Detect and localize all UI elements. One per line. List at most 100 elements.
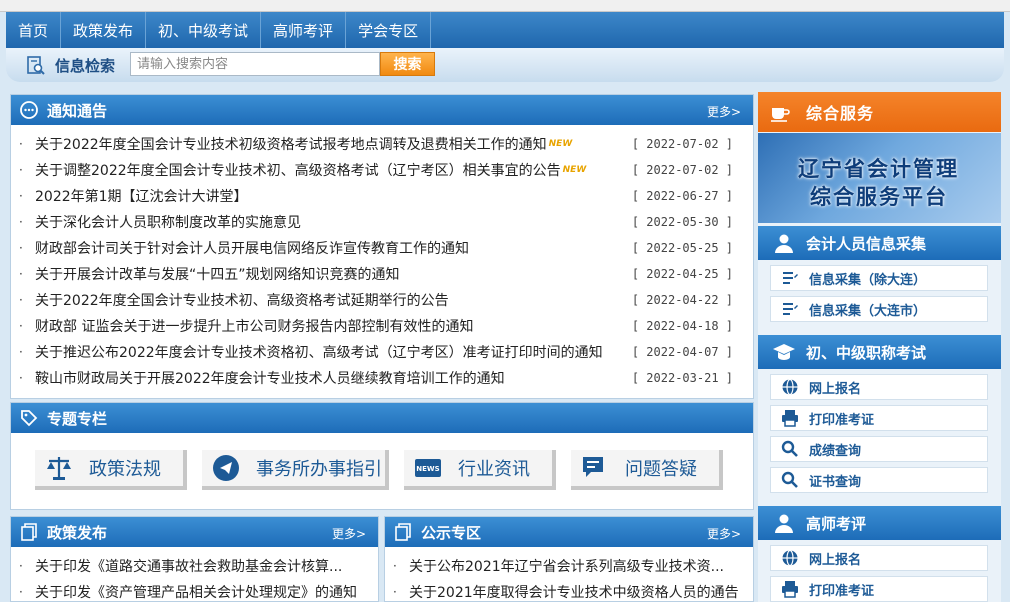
section-title: 会计人员信息采集: [806, 234, 927, 253]
notice-item[interactable]: · 关于2022年度全国会计专业技术初、高级资格考试延期举行的公告 [ 2022-0…: [19, 287, 745, 313]
bullet: ·: [19, 345, 23, 359]
notice-item[interactable]: · 关于深化会计人员职称制度改革的实施意见 [ 2022-05-30 ]: [19, 209, 745, 235]
policy-item-title[interactable]: 关于印发《资产管理产品相关会计处理规定》的通知: [35, 582, 357, 602]
policy-list: · 关于印发《道路交通事故社会救助基金会计核算... · 关于印发《资产管理产品相关…: [11, 547, 378, 602]
notice-date: [ 2022-03-21 ]: [631, 371, 733, 385]
browser-top-strip: [0, 0, 1010, 12]
user-icon: [775, 234, 793, 253]
service-link-label: 网上报名: [809, 552, 862, 568]
notices-header: 通知通告 更多>: [11, 95, 753, 125]
service-link[interactable]: 成绩查询: [770, 436, 988, 462]
notice-item[interactable]: · 关于调整2022年度全国会计专业技术初、高级资格考试（辽宁考区）相关事宜的公告…: [19, 157, 745, 183]
bullet: ·: [393, 559, 397, 573]
paper-plane-icon: [213, 455, 239, 481]
nav-society[interactable]: 学会专区: [346, 12, 432, 48]
service-link-label: 打印准考证: [809, 412, 875, 428]
notices-more-link[interactable]: 更多>: [707, 103, 741, 120]
search-button[interactable]: 搜索: [380, 52, 435, 76]
service-link-label: 信息采集（除大连）: [809, 272, 927, 288]
nav-senior-review[interactable]: 高师考评: [261, 12, 347, 48]
policy-item-title[interactable]: 关于印发《道路交通事故社会救助基金会计核算...: [35, 556, 342, 576]
notice-item[interactable]: · 关于开展会计改革与发展“十四五”规划网络知识竞赛的通知 [ 2022-04-25…: [19, 261, 745, 287]
search-input[interactable]: [130, 52, 380, 76]
coffee-cup-icon: [771, 108, 790, 122]
notice-title[interactable]: 关于2022年度全国会计专业技术初、高级资格考试延期举行的公告: [35, 290, 449, 310]
topic-industry-news[interactable]: NEWS 行业资讯: [404, 450, 556, 490]
service-link[interactable]: 信息采集（除大连）: [770, 265, 988, 291]
user-icon: [775, 514, 793, 533]
list-item[interactable]: · 关于公布2021年辽宁省会计系列高级专业技术资...: [393, 553, 745, 579]
nav-home[interactable]: 首页: [6, 12, 62, 48]
notice-title[interactable]: 关于2022年度全国会计专业技术初级资格考试报考地点调转及退费相关工作的通知: [35, 134, 547, 154]
notice-date: [ 2022-04-22 ]: [631, 293, 733, 307]
chat-bubble-icon: [20, 101, 38, 119]
notice-title[interactable]: 2022年第1期【辽沈会计大讲堂】: [35, 186, 248, 206]
documents-icon: [21, 523, 37, 541]
notice-date: [ 2022-06-27 ]: [631, 189, 733, 203]
notice-date: [ 2022-04-18 ]: [631, 319, 733, 333]
topic-label: 行业资讯: [458, 459, 530, 480]
service-link-label: 证书查询: [809, 474, 862, 490]
notice-date: [ 2022-05-25 ]: [631, 241, 733, 255]
notice-item[interactable]: · 财政部 证监会关于进一步提升上市公司财务报告内部控制有效性的通知 [ 2022-…: [19, 313, 745, 339]
platform-banner[interactable]: 辽宁省会计管理 综合服务平台: [758, 133, 1001, 223]
printer-icon: [782, 581, 798, 598]
search-icon: [781, 471, 798, 488]
svg-text:NEWS: NEWS: [416, 465, 439, 473]
service-link[interactable]: 信息采集（大连市）: [770, 296, 988, 322]
policy-more-link[interactable]: 更多>: [332, 525, 366, 542]
notice-title[interactable]: 关于推迟公布2022年度会计专业技术资格初、高级考试（辽宁考区）准考证打印时间的…: [35, 342, 603, 362]
public-item-title[interactable]: 关于公布2021年辽宁省会计系列高级专业技术资...: [409, 556, 724, 576]
list-item[interactable]: · 关于2021年度取得会计专业技术中级资格人员的通告: [393, 579, 745, 602]
nav-policy[interactable]: 政策发布: [61, 12, 147, 48]
section-title: 初、中级职称考试: [806, 343, 927, 362]
notices-title: 通知通告: [47, 101, 108, 120]
service-link-label: 信息采集（大连市）: [809, 303, 927, 319]
search-bar: 信息检索 搜索: [6, 48, 1004, 82]
notice-title[interactable]: 关于调整2022年度全国会计专业技术初、高级资格考试（辽宁考区）相关事宜的公告: [35, 160, 561, 180]
topic-policy-law[interactable]: 政策法规: [35, 450, 187, 490]
bullet: ·: [19, 267, 23, 281]
public-list: · 关于公布2021年辽宁省会计系列高级专业技术资... · 关于2021年度取得会…: [385, 547, 753, 602]
topic-label: 问题答疑: [625, 459, 697, 480]
notice-date: [ 2022-07-02 ]: [631, 163, 733, 177]
list-item[interactable]: · 关于印发《道路交通事故社会救助基金会计核算...: [19, 553, 370, 579]
notice-title[interactable]: 财政部 证监会关于进一步提升上市公司财务报告内部控制有效性的通知: [35, 316, 473, 336]
banner-line-1: 辽宁省会计管理: [798, 157, 959, 181]
list-item[interactable]: · 关于印发《资产管理产品相关会计处理规定》的通知: [19, 579, 370, 602]
service-link[interactable]: 网上报名: [770, 374, 988, 400]
documents-icon: [395, 523, 411, 541]
bullet: ·: [19, 319, 23, 333]
notice-title[interactable]: 关于开展会计改革与发展“十四五”规划网络知识竞赛的通知: [35, 264, 400, 284]
topics-panel: 专题专栏 政策法规 事务所办事指引 NEWS 行业资讯 问题答疑: [10, 402, 754, 510]
service-link[interactable]: 打印准考证: [770, 576, 988, 602]
topics-header: 专题专栏: [11, 403, 753, 433]
topic-label: 政策法规: [89, 459, 161, 480]
public-title: 公示专区: [421, 523, 482, 542]
service-link[interactable]: 打印准考证: [770, 405, 988, 431]
service-link[interactable]: 网上报名: [770, 545, 988, 571]
section-header-senior-review: 高师考评: [758, 506, 1001, 540]
notice-title[interactable]: 财政部会计司关于针对会计人员开展电信网络反诈宣传教育工作的通知: [35, 238, 469, 258]
banner-line-2: 综合服务平台: [810, 185, 948, 209]
tag-icon: [21, 410, 38, 427]
document-search-icon: [27, 56, 45, 75]
public-more-link[interactable]: 更多>: [707, 525, 741, 542]
bullet: ·: [19, 241, 23, 255]
list-edit-icon: [783, 272, 798, 284]
notice-item[interactable]: · 关于2022年度全国会计专业技术初级资格考试报考地点调转及退费相关工作的通知 N…: [19, 131, 745, 157]
notice-title[interactable]: 关于深化会计人员职称制度改革的实施意见: [35, 212, 301, 232]
notice-item[interactable]: · 财政部会计司关于针对会计人员开展电信网络反诈宣传教育工作的通知 [ 2022-0…: [19, 235, 745, 261]
notice-title[interactable]: 鞍山市财政局关于开展2022年度会计专业技术人员继续教育培训工作的通知: [35, 368, 505, 388]
topic-firm-guide[interactable]: 事务所办事指引: [202, 450, 389, 490]
notice-item[interactable]: · 鞍山市财政局关于开展2022年度会计专业技术人员继续教育培训工作的通知 [ 20…: [19, 365, 745, 391]
notice-date: [ 2022-07-02 ]: [631, 137, 733, 151]
notice-date: [ 2022-05-30 ]: [631, 215, 733, 229]
public-item-title[interactable]: 关于2021年度取得会计专业技术中级资格人员的通告: [409, 582, 739, 602]
notice-item[interactable]: · 2022年第1期【辽沈会计大讲堂】 [ 2022-06-27 ]: [19, 183, 745, 209]
search-icon: [781, 440, 798, 457]
nav-exam[interactable]: 初、中级考试: [146, 12, 262, 48]
topic-qa[interactable]: 问题答疑: [571, 450, 723, 490]
notice-item[interactable]: · 关于推迟公布2022年度会计专业技术资格初、高级考试（辽宁考区）准考证打印时间…: [19, 339, 745, 365]
service-link[interactable]: 证书查询: [770, 467, 988, 493]
